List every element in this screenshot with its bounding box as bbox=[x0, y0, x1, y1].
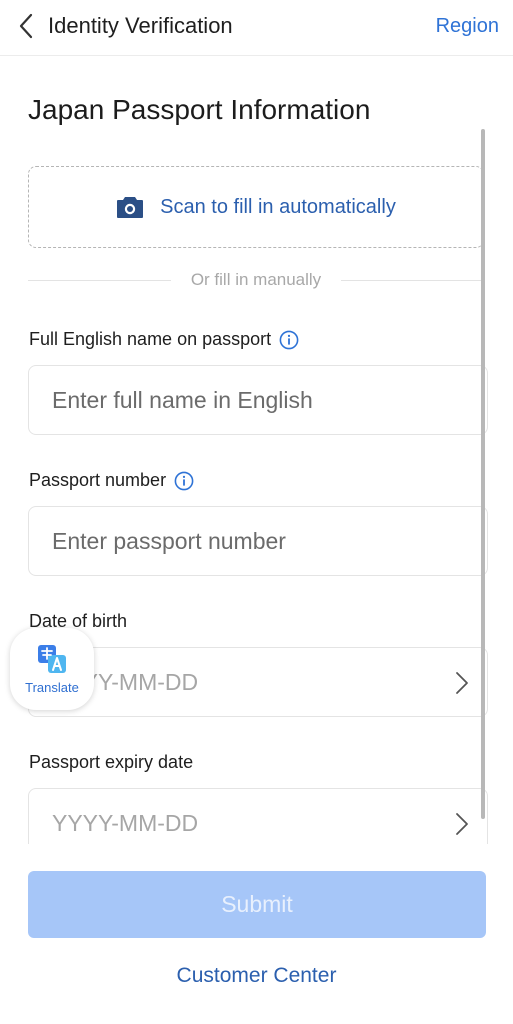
translate-label: Translate bbox=[25, 679, 79, 695]
expiry-date-label-text: Passport expiry date bbox=[29, 752, 194, 772]
region-link[interactable]: Region bbox=[436, 15, 499, 38]
divider-line-right bbox=[341, 279, 484, 281]
expiry-date-picker[interactable]: YYYY-MM-DD bbox=[28, 788, 488, 844]
passport-number-label: Passport number bbox=[29, 470, 194, 491]
date-of-birth-picker[interactable]: YYYY-MM-DD bbox=[28, 647, 488, 717]
page-title: Japan Passport Information bbox=[28, 94, 371, 125]
scrollbar[interactable] bbox=[481, 129, 485, 819]
scan-label: Scan to fill in automatically bbox=[160, 195, 396, 218]
top-bar: Identity Verification Region bbox=[0, 0, 513, 56]
passport-number-label-text: Passport number bbox=[29, 470, 167, 490]
customer-center-link[interactable]: Customer Center bbox=[0, 964, 513, 988]
passport-number-input[interactable] bbox=[29, 507, 487, 575]
scan-to-fill-button[interactable]: Scan to fill in automatically bbox=[28, 166, 484, 248]
expiry-date-placeholder: YYYY-MM-DD bbox=[52, 810, 199, 836]
full-name-label-text: Full English name on passport bbox=[29, 329, 272, 349]
translate-icon bbox=[38, 644, 66, 673]
info-icon[interactable] bbox=[174, 471, 194, 491]
header-title: Identity Verification bbox=[48, 13, 233, 38]
passport-number-field[interactable] bbox=[28, 506, 488, 576]
expiry-date-label: Passport expiry date bbox=[29, 752, 193, 773]
submit-button[interactable]: Submit bbox=[28, 871, 486, 938]
translate-button[interactable]: Translate bbox=[10, 628, 94, 710]
full-name-field[interactable] bbox=[28, 365, 488, 435]
chevron-right-icon bbox=[456, 672, 468, 694]
chevron-right-icon bbox=[456, 813, 468, 835]
full-name-input[interactable] bbox=[29, 366, 487, 434]
manual-divider: Or fill in manually bbox=[28, 270, 484, 290]
camera-icon bbox=[116, 195, 144, 219]
info-icon[interactable] bbox=[279, 330, 299, 350]
back-button[interactable] bbox=[12, 10, 40, 42]
full-name-label: Full English name on passport bbox=[29, 329, 299, 350]
divider-text: Or fill in manually bbox=[190, 270, 322, 289]
divider-line-left bbox=[28, 279, 171, 281]
form-content[interactable]: Japan Passport Information Scan to fill … bbox=[0, 56, 513, 844]
chevron-left-icon bbox=[19, 13, 33, 39]
